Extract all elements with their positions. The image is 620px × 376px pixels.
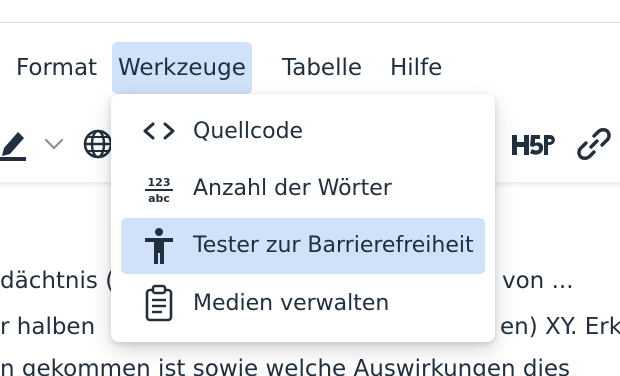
link-icon[interactable] xyxy=(576,126,612,162)
menu-hilfe[interactable]: Hilfe xyxy=(384,42,448,94)
word-count-icon-digits: 123 xyxy=(148,176,171,189)
editor-text-line: r halben xyxy=(0,314,96,340)
menu-item-accessibility-checker[interactable]: Tester zur Barrierefreiheit xyxy=(121,218,485,274)
editor-text-line: von ... xyxy=(502,268,574,294)
menu-werkzeuge[interactable]: Werkzeuge xyxy=(112,42,252,94)
menu-format[interactable]: Format xyxy=(10,42,103,94)
chevron-down-icon[interactable] xyxy=(43,136,65,152)
menu-item-manage-media[interactable]: Medien verwalten xyxy=(121,276,485,332)
menu-item-label: Quellcode xyxy=(193,119,304,144)
menu-item-quellcode[interactable]: Quellcode xyxy=(121,104,485,160)
header-divider xyxy=(0,22,620,23)
editor-text-line: en) XY. Erk xyxy=(500,314,620,340)
accessibility-icon xyxy=(145,228,173,264)
editor-text-line: n gekommen ist sowie welche Auswirkungen… xyxy=(0,356,570,376)
clipboard-icon xyxy=(145,284,173,322)
menu-item-label: Medien verwalten xyxy=(193,291,390,316)
menu-tabelle[interactable]: Tabelle xyxy=(276,42,368,94)
menubar: Format Werkzeuge Tabelle Hilfe xyxy=(0,42,620,94)
globe-icon[interactable] xyxy=(82,128,114,160)
editor-text-line: dächtnis ( xyxy=(0,268,115,294)
menu-item-word-count[interactable]: 123 abc Anzahl der Wörter xyxy=(121,161,485,217)
word-count-icon-letters: abc xyxy=(148,192,170,205)
tools-dropdown-menu: Quellcode 123 abc Anzahl der Wörter Test… xyxy=(111,94,495,342)
menu-item-label: Tester zur Barrierefreiheit xyxy=(193,233,474,258)
code-icon xyxy=(143,122,175,140)
menu-item-label: Anzahl der Wörter xyxy=(193,176,392,201)
h5p-icon[interactable] xyxy=(510,132,558,158)
highlight-pen-icon[interactable] xyxy=(0,126,30,162)
word-count-icon: 123 abc xyxy=(145,176,173,205)
